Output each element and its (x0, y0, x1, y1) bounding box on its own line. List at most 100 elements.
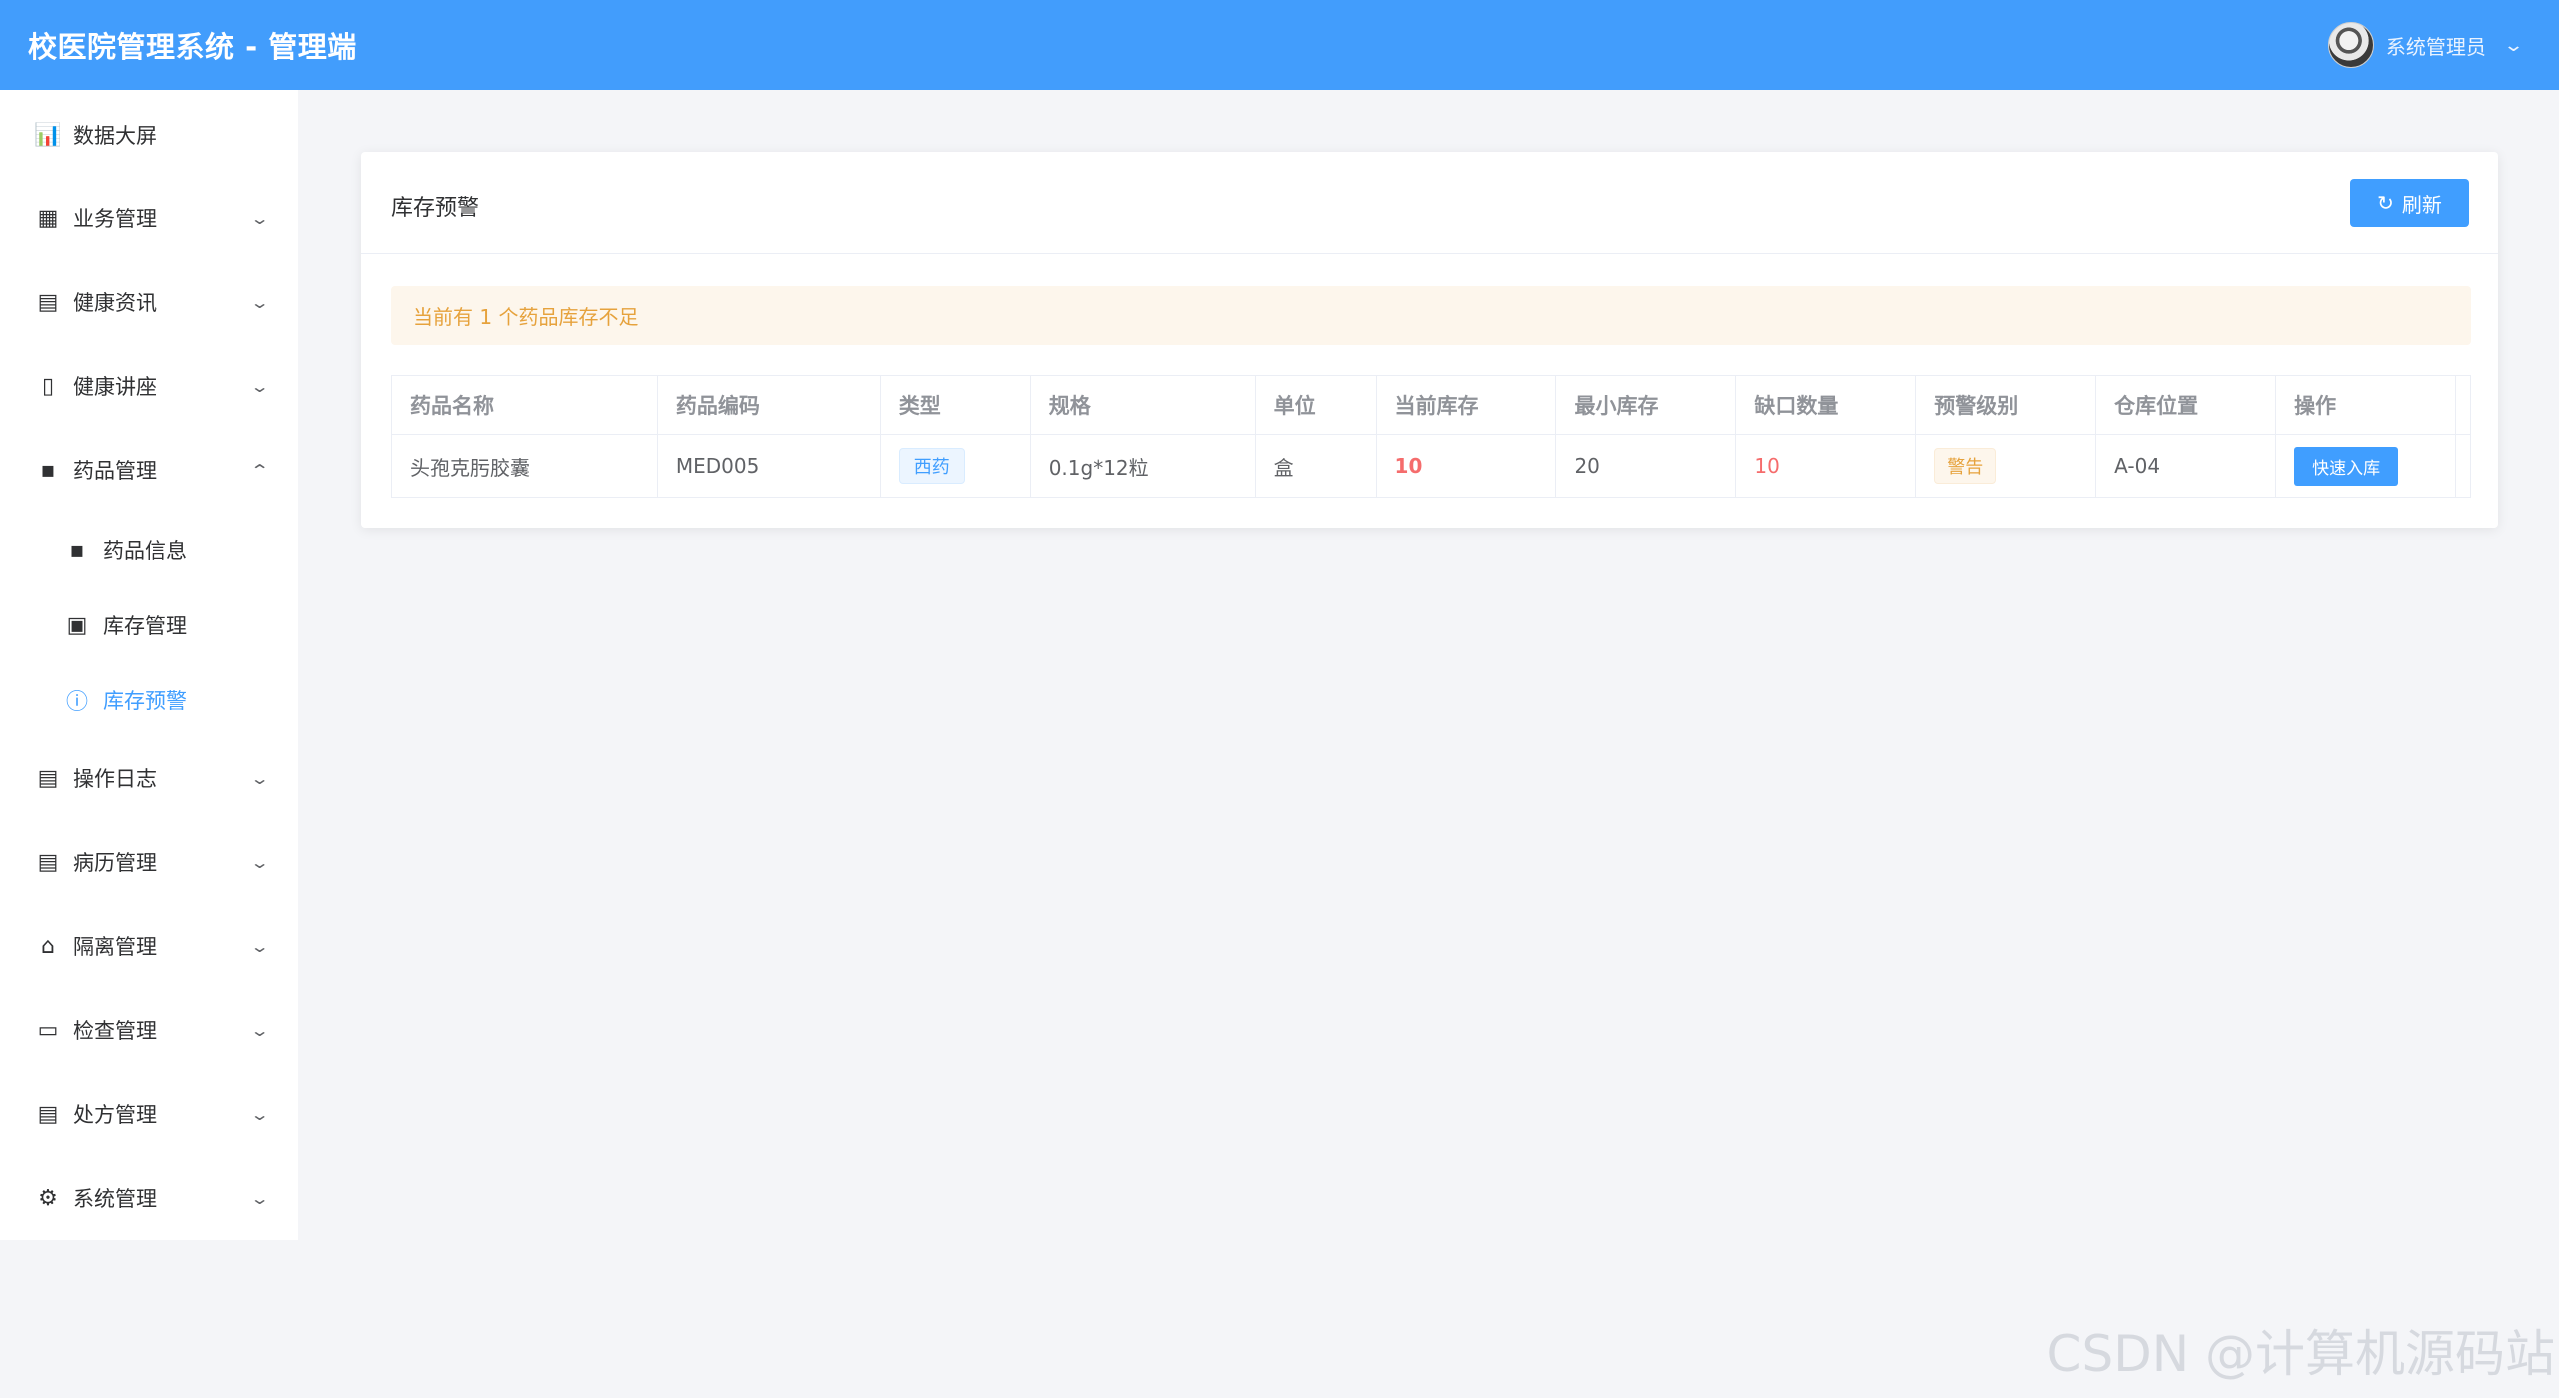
sidebar-item-prescription[interactable]: ▤ 处方管理 ⌄ (0, 1084, 298, 1144)
chevron-down-icon: ⌄ (249, 1020, 270, 1040)
warning-level-tag: 警告 (1934, 448, 1997, 484)
sidebar-item-business[interactable]: ▦ 业务管理 ⌄ (0, 188, 298, 248)
warning-circle-icon: ⓘ (65, 690, 88, 715)
column-header: 操作 (2276, 376, 2456, 434)
cell-drug-name: 头孢克肟胶囊 (392, 435, 658, 497)
sidebar-item-label: 健康讲座 (73, 375, 157, 399)
sidebar-item-label: 库存管理 (103, 614, 187, 638)
cell-action: 快速入库 (2276, 435, 2456, 497)
card-title: 库存预警 (391, 196, 480, 221)
sidebar: 📊 数据大屏 ▦ 业务管理 ⌄ ▤ 健康资讯 ⌄ ▯ 健康讲座 ⌄ ▪ 药品管理 ⌃ ▪ 药品信息 ▣ 库存管理 ⓘ… (0, 90, 298, 1240)
cell-unit: 盒 (1256, 435, 1377, 497)
card-header: 库存预警 ↻ 刷新 (361, 152, 2498, 254)
chevron-down-icon: ⌄ (249, 936, 270, 956)
column-header: 预警级别 (1916, 376, 2097, 434)
refresh-icon: ↻ (2377, 191, 2394, 215)
cell-drug-code: MED005 (658, 435, 881, 497)
sidebar-item-label: 库存预警 (103, 689, 187, 713)
chevron-down-icon: ⌄ (249, 852, 270, 872)
grid-menu-icon: ▪ (69, 537, 85, 563)
stock-alert: 当前有 1 个药品库存不足 (391, 286, 2471, 345)
office-building-icon: ▦ (37, 205, 59, 231)
sidebar-item-label: 药品管理 (73, 459, 157, 483)
chevron-down-icon: ⌄ (249, 292, 270, 312)
column-header: 仓库位置 (2096, 376, 2277, 434)
sidebar-item-data-screen[interactable]: 📊 数据大屏 (0, 105, 298, 165)
table-row: 头孢克肟胶囊 MED005 西药 0.1g*12粒 盒 10 20 10 警告 … (392, 435, 2471, 498)
stock-alert-text: 当前有 1 个药品库存不足 (413, 305, 639, 329)
cell-location: A-04 (2096, 435, 2277, 497)
avatar[interactable] (2327, 22, 2374, 68)
sidebar-item-stock[interactable]: ▣ 库存管理 (0, 595, 298, 655)
warning-table: 药品名称 药品编码 类型 规格 单位 当前库存 最小库存 缺口数量 预警级别 仓… (391, 375, 2471, 498)
stock-warning-card: 库存预警 ↻ 刷新 当前有 1 个药品库存不足 药品名称 药品编码 类型 规格 … (361, 152, 2498, 528)
bottom-blank-area: CSDN @计算机源码站 (0, 1240, 2559, 1398)
document-icon: ▤ (37, 849, 59, 875)
current-stock-value: 10 (1394, 454, 1423, 478)
sidebar-item-label: 检查管理 (73, 1019, 157, 1043)
watermark: CSDN @计算机源码站 (2046, 1325, 2555, 1383)
column-header: 单位 (1256, 376, 1377, 434)
sidebar-item-medical-record[interactable]: ▤ 病历管理 ⌄ (0, 832, 298, 892)
type-tag: 西药 (898, 448, 965, 484)
column-header: 最小库存 (1556, 376, 1737, 434)
box-icon: ▣ (66, 612, 88, 638)
cell-type: 西药 (881, 435, 1031, 497)
sidebar-item-label: 操作日志 (73, 767, 157, 791)
grid-menu-icon: ▪ (40, 457, 56, 483)
sidebar-item-stock-warning[interactable]: ⓘ 库存预警 (0, 670, 298, 730)
cell-gap: 10 (1736, 435, 1917, 497)
chevron-down-icon: ⌄ (249, 1188, 270, 1208)
app-title: 校医院管理系统 - 管理端 (28, 30, 357, 64)
sidebar-item-label: 隔离管理 (73, 935, 157, 959)
column-header: 类型 (881, 376, 1031, 434)
sidebar-item-examination[interactable]: ▭ 检查管理 ⌄ (0, 1000, 298, 1060)
sidebar-item-label: 药品信息 (103, 539, 187, 563)
sidebar-item-medicine[interactable]: ▪ 药品管理 ⌃ (0, 440, 298, 500)
user-menu[interactable]: 系统管理员 ⌄ (2327, 22, 2524, 68)
sidebar-item-label: 系统管理 (73, 1187, 157, 1211)
cell-spec: 0.1g*12粒 (1031, 435, 1256, 497)
refresh-button-label: 刷新 (2401, 192, 2442, 217)
sidebar-item-isolation[interactable]: ⌂ 隔离管理 ⌄ (0, 916, 298, 976)
house-icon: ⌂ (41, 933, 55, 959)
gear-icon: ⚙ (38, 1185, 58, 1211)
refresh-button[interactable]: ↻ 刷新 (2350, 179, 2469, 227)
chevron-down-icon: ⌄ (249, 768, 270, 788)
user-name[interactable]: 系统管理员 (2386, 31, 2486, 60)
sidebar-item-health-lecture[interactable]: ▯ 健康讲座 ⌄ (0, 356, 298, 416)
sidebar-item-label: 处方管理 (73, 1103, 157, 1127)
top-header: 校医院管理系统 - 管理端 系统管理员 ⌄ (0, 0, 2559, 90)
open-book-icon: ▯ (41, 373, 55, 399)
sidebar-item-label: 数据大屏 (73, 124, 157, 148)
cell-min-stock: 20 (1556, 435, 1737, 497)
sidebar-item-health-news[interactable]: ▤ 健康资讯 ⌄ (0, 272, 298, 332)
column-gutter (2456, 376, 2471, 434)
sidebar-item-label: 健康资讯 (73, 291, 157, 315)
quick-stock-in-button[interactable]: 快速入库 (2294, 446, 2399, 486)
chevron-up-icon: ⌃ (249, 460, 270, 480)
column-gutter (2456, 435, 2471, 497)
document-icon: ▤ (37, 1101, 59, 1127)
column-header: 缺口数量 (1736, 376, 1917, 434)
chevron-down-icon: ⌄ (249, 208, 270, 228)
monitor-icon: ▭ (37, 1017, 59, 1043)
column-header: 规格 (1031, 376, 1256, 434)
sidebar-item-label: 病历管理 (73, 851, 157, 875)
chevron-down-icon: ⌄ (249, 376, 270, 396)
gap-value: 10 (1754, 454, 1780, 478)
sidebar-item-system[interactable]: ⚙ 系统管理 ⌄ (0, 1168, 298, 1228)
chevron-down-icon: ⌄ (249, 1104, 270, 1124)
sidebar-item-label: 业务管理 (73, 207, 157, 231)
table-header-row: 药品名称 药品编码 类型 规格 单位 当前库存 最小库存 缺口数量 预警级别 仓… (392, 376, 2471, 435)
cell-current-stock: 10 (1377, 435, 1557, 497)
monitor-chart-icon: 📊 (34, 122, 62, 148)
document-icon: ▤ (37, 289, 59, 315)
column-header: 药品编码 (658, 376, 881, 434)
column-header: 当前库存 (1377, 376, 1557, 434)
document-icon: ▤ (37, 765, 59, 791)
chevron-down-icon[interactable]: ⌄ (2503, 35, 2524, 56)
column-header: 药品名称 (392, 376, 658, 434)
sidebar-item-operation-log[interactable]: ▤ 操作日志 ⌄ (0, 748, 298, 808)
sidebar-item-medicine-info[interactable]: ▪ 药品信息 (0, 520, 298, 580)
